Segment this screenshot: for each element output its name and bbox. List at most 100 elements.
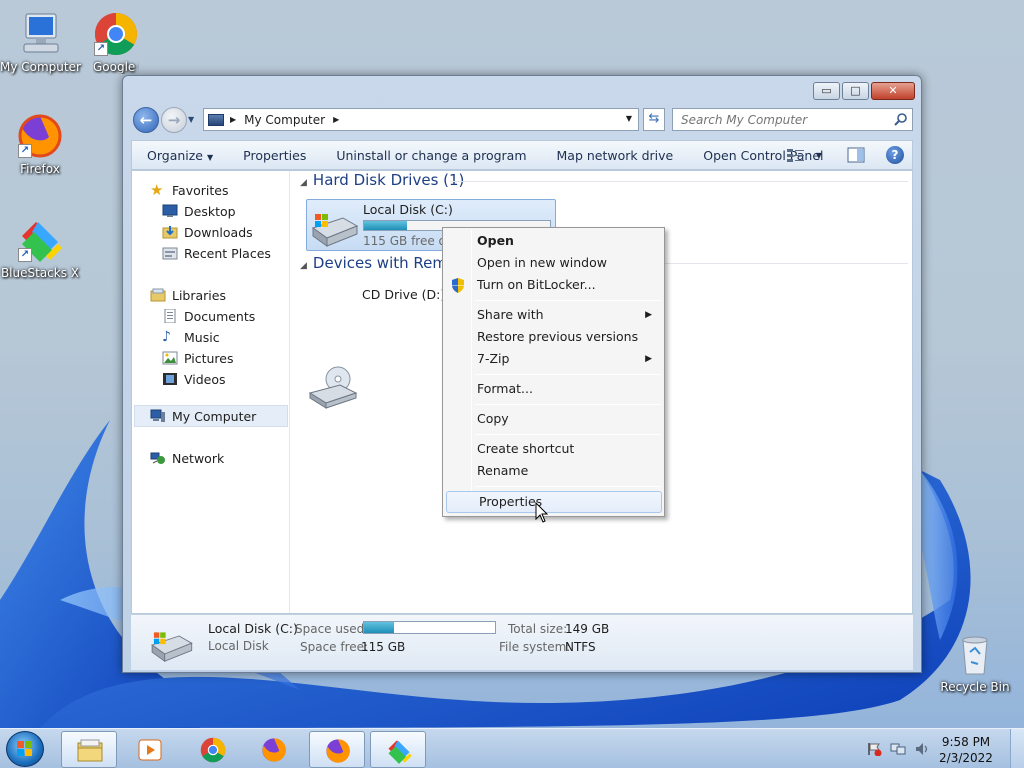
map-network-drive-button[interactable]: Map network drive (542, 148, 689, 163)
menu-item-open[interactable]: Open (445, 230, 662, 252)
desktop-icon-label: Google Chro (93, 60, 139, 74)
details-drive-name: Local Disk (C:) (208, 621, 298, 636)
breadcrumb-arrow-icon[interactable]: ▶ (230, 115, 236, 124)
collapse-triangle-icon[interactable]: ◢ (300, 178, 307, 188)
taskbar-firefox-button[interactable] (246, 731, 302, 768)
nav-recent-places[interactable]: Recent Places (162, 243, 271, 263)
menu-item-format[interactable]: Format... (445, 378, 662, 400)
nav-label: Libraries (172, 287, 226, 303)
nav-music[interactable]: ♪ Music (162, 327, 220, 347)
recycle-bin-icon (951, 630, 999, 678)
shortcut-arrow-icon: ↗ (18, 144, 32, 158)
minimize-button[interactable]: ▭ (813, 82, 840, 100)
menu-item-share-with[interactable]: Share with ▶ (445, 304, 662, 326)
breadcrumb-my-computer[interactable]: My Computer (244, 113, 325, 127)
desktop-icon-recycle-bin[interactable]: Recycle Bin (935, 630, 1015, 694)
collapse-triangle-icon[interactable]: ◢ (300, 261, 307, 271)
nav-libraries[interactable]: Libraries (150, 285, 226, 305)
nav-favorites[interactable]: ★ Favorites (150, 180, 228, 200)
desktop-icon-google-chrome[interactable]: ↗ Google Chro (76, 10, 156, 74)
change-view-icon[interactable] (786, 147, 806, 163)
menu-item-open-new-window[interactable]: Open in new window (445, 252, 662, 274)
drive-usage-fill (364, 221, 407, 230)
help-button[interactable]: ? (886, 146, 904, 164)
taskbar-bluestacks-button[interactable] (370, 731, 426, 768)
uac-shield-icon (452, 278, 464, 293)
nav-label: My Computer (172, 408, 257, 424)
bluestacks-icon (388, 740, 412, 764)
menu-item-properties[interactable]: Properties (446, 491, 662, 513)
chevron-down-icon: ▼ (207, 152, 214, 162)
menu-separator (475, 300, 661, 301)
refresh-button[interactable]: ⇆ (643, 108, 665, 131)
space-free-label: Space free: (300, 640, 369, 654)
menu-item-restore-previous-versions[interactable]: Restore previous versions (445, 326, 662, 348)
nav-desktop[interactable]: Desktop (162, 201, 236, 221)
taskbar-explorer-button[interactable] (61, 731, 117, 768)
details-drive-type: Local Disk (208, 639, 269, 653)
desktop-icon-my-computer[interactable]: My Computer (0, 10, 81, 74)
nav-label: Music (184, 329, 220, 345)
network-icon[interactable] (890, 742, 906, 756)
context-menu: Open Open in new window Turn on BitLocke… (442, 227, 665, 517)
menu-item-rename[interactable]: Rename (445, 460, 662, 482)
desktop-icon-label: BlueStacks X (0, 266, 80, 280)
nav-pictures[interactable]: Pictures (162, 348, 234, 368)
start-button[interactable] (6, 731, 44, 767)
properties-button[interactable]: Properties (228, 148, 321, 163)
nav-network[interactable]: Network (150, 448, 224, 468)
volume-icon[interactable] (914, 742, 930, 756)
preview-pane-icon[interactable] (846, 147, 866, 163)
group-header-removable-devices[interactable]: ◢ Devices with Remov (300, 254, 465, 272)
firefox-icon: ↗ (16, 112, 64, 160)
show-desktop-button[interactable] (1010, 729, 1024, 768)
nav-documents[interactable]: Documents (162, 306, 255, 326)
uninstall-program-button[interactable]: Uninstall or change a program (321, 148, 541, 163)
close-button[interactable]: ✕ (871, 82, 915, 100)
desktop-icon-firefox[interactable]: ↗ Firefox (0, 112, 80, 176)
desktop-icon-bluestacks[interactable]: ↗ BlueStacks X (0, 216, 80, 280)
taskbar-chrome-button[interactable] (185, 731, 241, 768)
nav-my-computer[interactable]: My Computer (150, 406, 256, 426)
menu-item-copy[interactable]: Copy (445, 408, 662, 430)
maximize-button[interactable]: □ (842, 82, 869, 100)
address-bar[interactable]: ▶ My Computer ▶ ▼ (203, 108, 639, 131)
search-box[interactable] (672, 108, 913, 131)
menu-separator (475, 434, 661, 435)
desktop-icon-label: My Computer (0, 60, 81, 74)
drive-cd-d[interactable] (308, 365, 458, 411)
organize-button[interactable]: Organize ▼ (132, 148, 228, 163)
address-dropdown-icon[interactable]: ▼ (626, 114, 632, 123)
search-input[interactable] (681, 112, 881, 127)
nav-downloads[interactable]: Downloads (162, 222, 253, 242)
hard-drive-windows-icon (151, 632, 193, 663)
menu-item-bitlocker[interactable]: Turn on BitLocker... (445, 274, 662, 296)
menu-item-create-shortcut[interactable]: Create shortcut (445, 438, 662, 460)
media-player-icon (138, 739, 162, 761)
menu-item-7zip[interactable]: 7-Zip ▶ (445, 348, 662, 370)
pictures-icon (162, 351, 178, 365)
space-used-label: Space used: (295, 622, 369, 636)
taskbar-media-player-button[interactable] (122, 731, 178, 768)
file-system-label: File system: (499, 640, 571, 654)
submenu-arrow-icon: ▶ (645, 354, 652, 364)
group-header-hard-disk-drives[interactable]: ◢ Hard Disk Drives (1) (300, 171, 464, 189)
recent-pages-dropdown[interactable]: ▼ (188, 115, 194, 124)
back-button[interactable]: ← (133, 107, 159, 133)
view-options-chevron-icon[interactable]: ▼ (816, 151, 822, 160)
action-center-flag-icon[interactable] (866, 742, 882, 756)
menu-separator (475, 404, 661, 405)
forward-button[interactable]: → (161, 107, 187, 133)
details-usage-bar (363, 621, 496, 634)
computer-icon (150, 409, 165, 422)
breadcrumb-arrow-icon[interactable]: ▶ (333, 115, 339, 124)
system-clock[interactable]: 9:58 PM 2/3/2022 (936, 734, 996, 766)
clock-time: 9:58 PM (941, 735, 991, 749)
taskbar-firefox-window-button[interactable] (309, 731, 365, 768)
group-divider (450, 181, 908, 182)
menu-item-label: Share with (477, 307, 544, 322)
file-system-value: NTFS (565, 640, 596, 654)
nav-videos[interactable]: Videos (162, 369, 226, 389)
total-size-label: Total size: (508, 622, 568, 636)
menu-separator (475, 374, 661, 375)
